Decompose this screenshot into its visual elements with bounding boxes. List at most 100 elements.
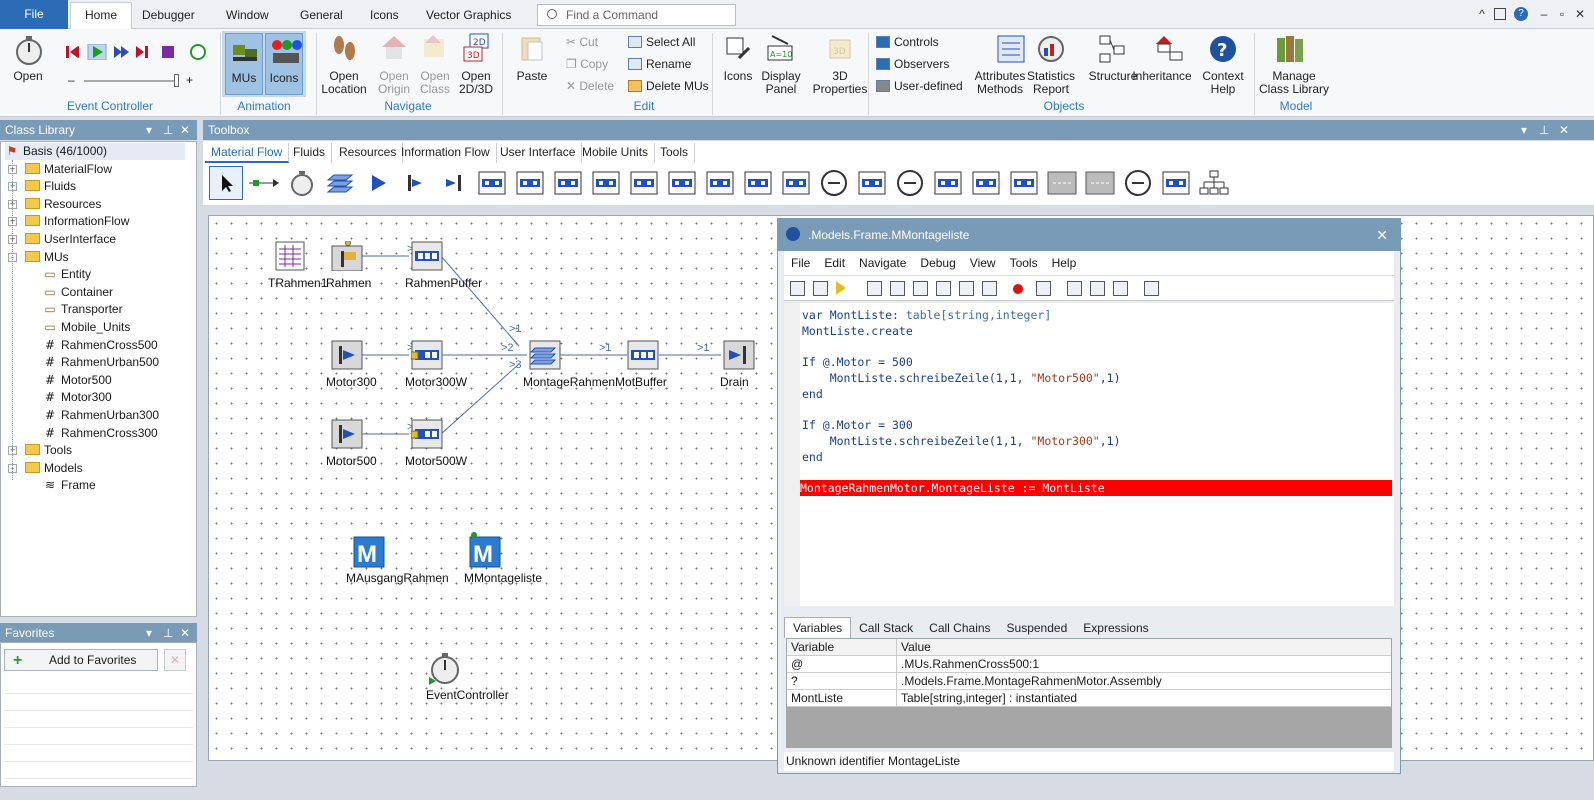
tool-turntable-icon[interactable] [855,166,889,200]
open-location-button[interactable]: Open Location [320,70,368,96]
list-icon[interactable] [1144,281,1159,296]
variable-row[interactable]: @ .MUs.RahmenCross500:1 [787,656,1391,673]
open-2d3d-button[interactable]: Open 2D/3D [453,70,499,96]
tool-frame-icon[interactable] [323,166,357,200]
tool-line-icon[interactable] [627,166,661,200]
buffer-rahmenpuffer[interactable] [411,241,443,271]
tree-item-rahmenurban500[interactable]: # RahmenUrban500 [43,354,159,371]
controls-button[interactable]: Controls [876,35,939,49]
pin-icon[interactable]: ⊥ [1539,120,1549,140]
method-mausgangrahmen[interactable]: M [353,536,385,568]
tree-item-tools[interactable]: + Tools [8,442,72,459]
tool-single-proc-icon[interactable] [475,166,509,200]
tree-item-entity[interactable]: ▭ Entity [43,266,91,283]
find-command-input[interactable]: Find a Command [537,4,736,26]
breakpoint-list-icon[interactable] [982,281,997,296]
tool-cycle-icon[interactable] [779,166,813,200]
remove-breakpoint-icon[interactable] [1036,281,1051,296]
panel-dropdown-icon[interactable]: ▾ [146,120,152,140]
source-rahmen[interactable] [331,240,363,272]
tab-debugger[interactable]: Debugger [128,3,209,29]
tab-vector-graphics[interactable]: Vector Graphics [412,3,525,29]
tab-general[interactable]: General [286,3,357,29]
delete-button[interactable]: ✕ Delete [566,79,614,93]
find-icon[interactable] [1067,281,1082,296]
collapse-ribbon-icon[interactable]: ^ [1474,6,1490,22]
3d-properties-button[interactable]: 3D Properties [812,70,868,96]
rename-button[interactable]: Rename [628,57,691,71]
tool-switch-grid-icon[interactable] [1159,166,1193,200]
tree-item-fluids[interactable]: + Fluids [8,178,76,195]
debugger-tab-call-chains[interactable]: Call Chains [921,618,998,638]
event-controller-object[interactable] [429,651,461,685]
restore-window-icon[interactable] [1494,8,1506,20]
tool-flow-control-icon[interactable] [817,166,851,200]
panel-dropdown-icon[interactable]: ▾ [146,623,152,643]
maximize-icon[interactable]: ▫ [1554,6,1570,22]
step-back-icon[interactable] [959,281,974,296]
mus-button[interactable]: MUs [225,33,263,95]
breakpoint-icon[interactable] [1013,284,1023,294]
pin-icon[interactable]: ⊥ [163,623,173,643]
tree-item-container[interactable]: ▭ Container [43,284,113,301]
table-file-trahmen1[interactable] [275,241,305,271]
debugger-menu-edit[interactable]: Edit [817,251,852,275]
tab-home[interactable]: Home [70,2,133,30]
tool-pointer-icon[interactable] [209,166,243,200]
panel-close-icon[interactable]: ✕ [180,120,190,140]
toolbox-tab-mobile-units[interactable]: Mobile Units [576,143,656,163]
tree-item-frame[interactable]: ≋ Frame [43,477,96,494]
toolbox-tab-material-flow[interactable]: Material Flow [205,143,290,163]
replace-icon[interactable] [1113,281,1128,296]
minimize-icon[interactable]: – [1536,6,1552,22]
show-window-icon[interactable] [867,281,882,296]
open-origin-icon[interactable] [813,281,828,296]
context-help-button[interactable]: Context Help [1198,70,1248,96]
tool-exchange-icon[interactable] [1121,166,1155,200]
debugger-close-icon[interactable]: ✕ [1376,219,1388,251]
assembly-montagerahmenmotor[interactable] [529,340,561,370]
code-editor[interactable]: var MontListe: table[string,integer] Mon… [784,303,1394,606]
tool-storage-icon[interactable] [665,166,699,200]
debugger-menu-debug[interactable]: Debug [913,251,962,275]
statistics-report-button[interactable]: Statistics Report [1024,70,1078,96]
tab-file[interactable]: File [0,0,68,29]
open-origin-button[interactable]: Open Origin [370,70,418,96]
close-icon[interactable]: ✕ [1572,6,1588,22]
select-all-button[interactable]: Select All [628,35,695,49]
tree-item-userinterface[interactable]: + UserInterface [8,231,116,248]
debugger-menu-tools[interactable]: Tools [1003,251,1045,275]
tree-item-models[interactable]: - Models [8,460,83,477]
cut-button[interactable]: ✂ Cut [566,35,598,49]
tool-sorter-icon[interactable] [741,166,775,200]
buffer-motor500w[interactable] [410,419,443,449]
find-next-icon[interactable] [1090,281,1105,296]
pin-icon[interactable]: ⊥ [163,120,173,140]
icons-animation-button[interactable]: Icons [265,33,303,95]
debugger-menu-help[interactable]: Help [1045,251,1084,275]
toolbox-tab-information-flow[interactable]: Information Flow [395,143,497,163]
tool-buffer-icon[interactable] [703,166,737,200]
stopwatch-icon[interactable] [14,35,44,65]
drain[interactable] [723,340,755,370]
copy-button[interactable]: ❐ Copy [566,57,608,71]
buffer-buffer[interactable] [627,340,659,370]
user-defined-button[interactable]: User-defined [876,79,963,93]
method-mmontageliste[interactable]: M [469,536,501,568]
speed-minus[interactable]: – [68,73,75,87]
tree-item-motor300[interactable]: # Motor300 [43,389,112,406]
structure-button[interactable]: Structure [1088,70,1138,83]
tool-transfer-station-icon[interactable] [1007,166,1041,200]
tool-event-controller-icon[interactable] [285,166,319,200]
tree-item-mus[interactable]: - MUs [8,249,69,266]
tool-sensor-icon[interactable] [1045,166,1079,200]
tree-item-resources[interactable]: + Resources [8,196,101,213]
tree-item-basis-46-1000[interactable]: ⚑ Basis (46/1000) [5,143,185,160]
toolbox-tab-resources[interactable]: Resources [333,143,404,163]
tool-shift-icon[interactable] [1083,166,1117,200]
manage-class-library-button[interactable]: Manage Class Library [1254,70,1334,96]
open-event-controller-button[interactable]: Open [8,70,48,83]
tool-connector-icon[interactable] [247,166,281,200]
speed-slider[interactable] [84,80,178,82]
panel-close-icon[interactable]: ✕ [180,623,190,643]
